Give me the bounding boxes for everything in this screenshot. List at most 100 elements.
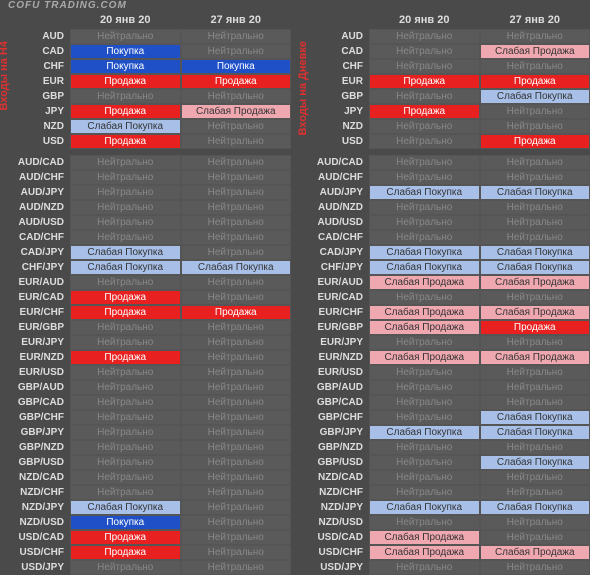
row-label: USD (299, 134, 369, 149)
row-label: CAD (299, 44, 369, 59)
row-label: AUD/USD (0, 215, 70, 230)
signal-cell: Продажа (369, 74, 480, 89)
signal-cell: Продажа (70, 545, 181, 560)
signal-cell: Нейтрально (181, 185, 292, 200)
table-row: USDПродажаНейтрально (0, 134, 291, 149)
row-label: GBP/CAD (299, 395, 369, 410)
signal-cell: Слабая Покупка (480, 185, 590, 200)
table-row: AUD/NZDНейтральноНейтрально (0, 200, 291, 215)
table-row: EUR/GBPСлабая ПродажаПродажа (299, 320, 590, 335)
row-label: CHF/JPY (299, 260, 369, 275)
row-label: EUR (0, 74, 70, 89)
signal-cell: Нейтрально (369, 515, 480, 530)
row-label: EUR/AUD (0, 275, 70, 290)
signal-cell: Нейтрально (70, 230, 181, 245)
table-row: GBP/CHFНейтральноНейтрально (0, 410, 291, 425)
signal-cell: Нейтрально (70, 365, 181, 380)
table-row: GBP/JPYСлабая ПокупкаСлабая Покупка (299, 425, 590, 440)
signal-cell: Нейтрально (480, 440, 590, 455)
row-label: GBP/JPY (299, 425, 369, 440)
signal-cell: Слабая Покупка (480, 500, 590, 515)
signal-cell: Продажа (70, 350, 181, 365)
date-header: 20 янв 2027 янв 20 (299, 11, 590, 29)
signal-cell: Продажа (480, 134, 590, 149)
signal-cell: Слабая Покупка (70, 119, 181, 134)
row-label: GBP/AUD (299, 380, 369, 395)
signal-cell: Слабая Покупка (70, 260, 181, 275)
signal-cell: Продажа (70, 104, 181, 119)
signal-cell: Слабая Продажа (181, 104, 292, 119)
signal-cell: Слабая Продажа (369, 545, 480, 560)
table-row: AUD/CHFНейтральноНейтрально (299, 170, 590, 185)
row-label: EUR/JPY (0, 335, 70, 350)
table-row: USD/CADПродажаНейтрально (0, 530, 291, 545)
table-row: GBP/USDНейтральноСлабая Покупка (299, 455, 590, 470)
table-row: USD/CHFСлабая ПродажаСлабая Продажа (299, 545, 590, 560)
pairs-block: AUD/CADНейтральноНейтральноAUD/CHFНейтра… (299, 155, 590, 575)
table-row: CHF/JPYСлабая ПокупкаСлабая Покупка (0, 260, 291, 275)
signal-cell: Нейтрально (480, 59, 590, 74)
signal-cell: Нейтрально (181, 200, 292, 215)
signal-cell: Нейтрально (181, 515, 292, 530)
signal-cell: Нейтрально (181, 560, 292, 575)
row-label: GBP (299, 89, 369, 104)
row-label: EUR/NZD (0, 350, 70, 365)
signal-cell: Нейтрально (70, 335, 181, 350)
table-row: GBP/AUDНейтральноНейтрально (299, 380, 590, 395)
signal-cell: Нейтрально (70, 200, 181, 215)
row-label: CAD/JPY (299, 245, 369, 260)
date-col-0: 20 янв 20 (369, 14, 480, 26)
signal-cell: Нейтрально (181, 440, 292, 455)
signal-cell: Нейтрально (369, 560, 480, 575)
table-row: GBP/JPYНейтральноНейтрально (0, 425, 291, 440)
signal-cell: Нейтрально (70, 410, 181, 425)
signal-cell: Слабая Покупка (480, 89, 590, 104)
table-row: EUR/NZDСлабая ПродажаСлабая Продажа (299, 350, 590, 365)
table-row: NZD/JPYСлабая ПокупкаНейтрально (0, 500, 291, 515)
row-label: AUD/NZD (0, 200, 70, 215)
row-label: AUD/CHF (0, 170, 70, 185)
signal-cell: Покупка (70, 44, 181, 59)
table-row: AUDНейтральноНейтрально (299, 29, 590, 44)
signal-cell: Нейтрально (70, 170, 181, 185)
row-label: EUR/USD (299, 365, 369, 380)
table-row: AUD/USDНейтральноНейтрально (299, 215, 590, 230)
signal-cell: Нейтрально (480, 395, 590, 410)
row-label: AUD/JPY (299, 185, 369, 200)
signal-cell: Нейтрально (480, 119, 590, 134)
signal-cell: Нейтрально (181, 380, 292, 395)
signal-cell: Нейтрально (480, 560, 590, 575)
signal-cell: Нейтрально (70, 29, 181, 44)
signal-cell: Нейтрально (369, 59, 480, 74)
table-row: GBP/CADНейтральноНейтрально (299, 395, 590, 410)
signal-cell: Слабая Продажа (369, 305, 480, 320)
signal-cell: Слабая Продажа (480, 275, 590, 290)
row-label: CHF/JPY (0, 260, 70, 275)
row-label: AUD (0, 29, 70, 44)
table-row: USD/CADСлабая ПродажаНейтрально (299, 530, 590, 545)
signal-cell: Нейтрально (70, 455, 181, 470)
row-label: USD/CHF (299, 545, 369, 560)
signal-cell: Нейтрально (480, 515, 590, 530)
signal-cell: Нейтрально (181, 89, 292, 104)
table-row: USDНейтральноПродажа (299, 134, 590, 149)
row-label: NZD (299, 119, 369, 134)
row-label: GBP/CAD (0, 395, 70, 410)
signal-cell: Нейтрально (181, 425, 292, 440)
table-row: NZD/CHFНейтральноНейтрально (299, 485, 590, 500)
table-row: GBP/USDНейтральноНейтрально (0, 455, 291, 470)
row-label: AUD/CAD (299, 155, 369, 170)
signal-cell: Нейтрально (181, 44, 292, 59)
table-row: AUD/CADНейтральноНейтрально (299, 155, 590, 170)
row-label: USD (0, 134, 70, 149)
signal-cell: Нейтрально (181, 545, 292, 560)
signal-cell: Слабая Продажа (369, 530, 480, 545)
signal-cell: Продажа (181, 74, 292, 89)
signal-cell: Нейтрально (181, 245, 292, 260)
table-row: EUR/USDНейтральноНейтрально (299, 365, 590, 380)
signal-cell: Нейтрально (181, 530, 292, 545)
signal-cell: Нейтрально (369, 155, 480, 170)
table-row: EURПродажаПродажа (299, 74, 590, 89)
signal-cell: Нейтрально (480, 104, 590, 119)
signal-cell: Нейтрально (181, 335, 292, 350)
